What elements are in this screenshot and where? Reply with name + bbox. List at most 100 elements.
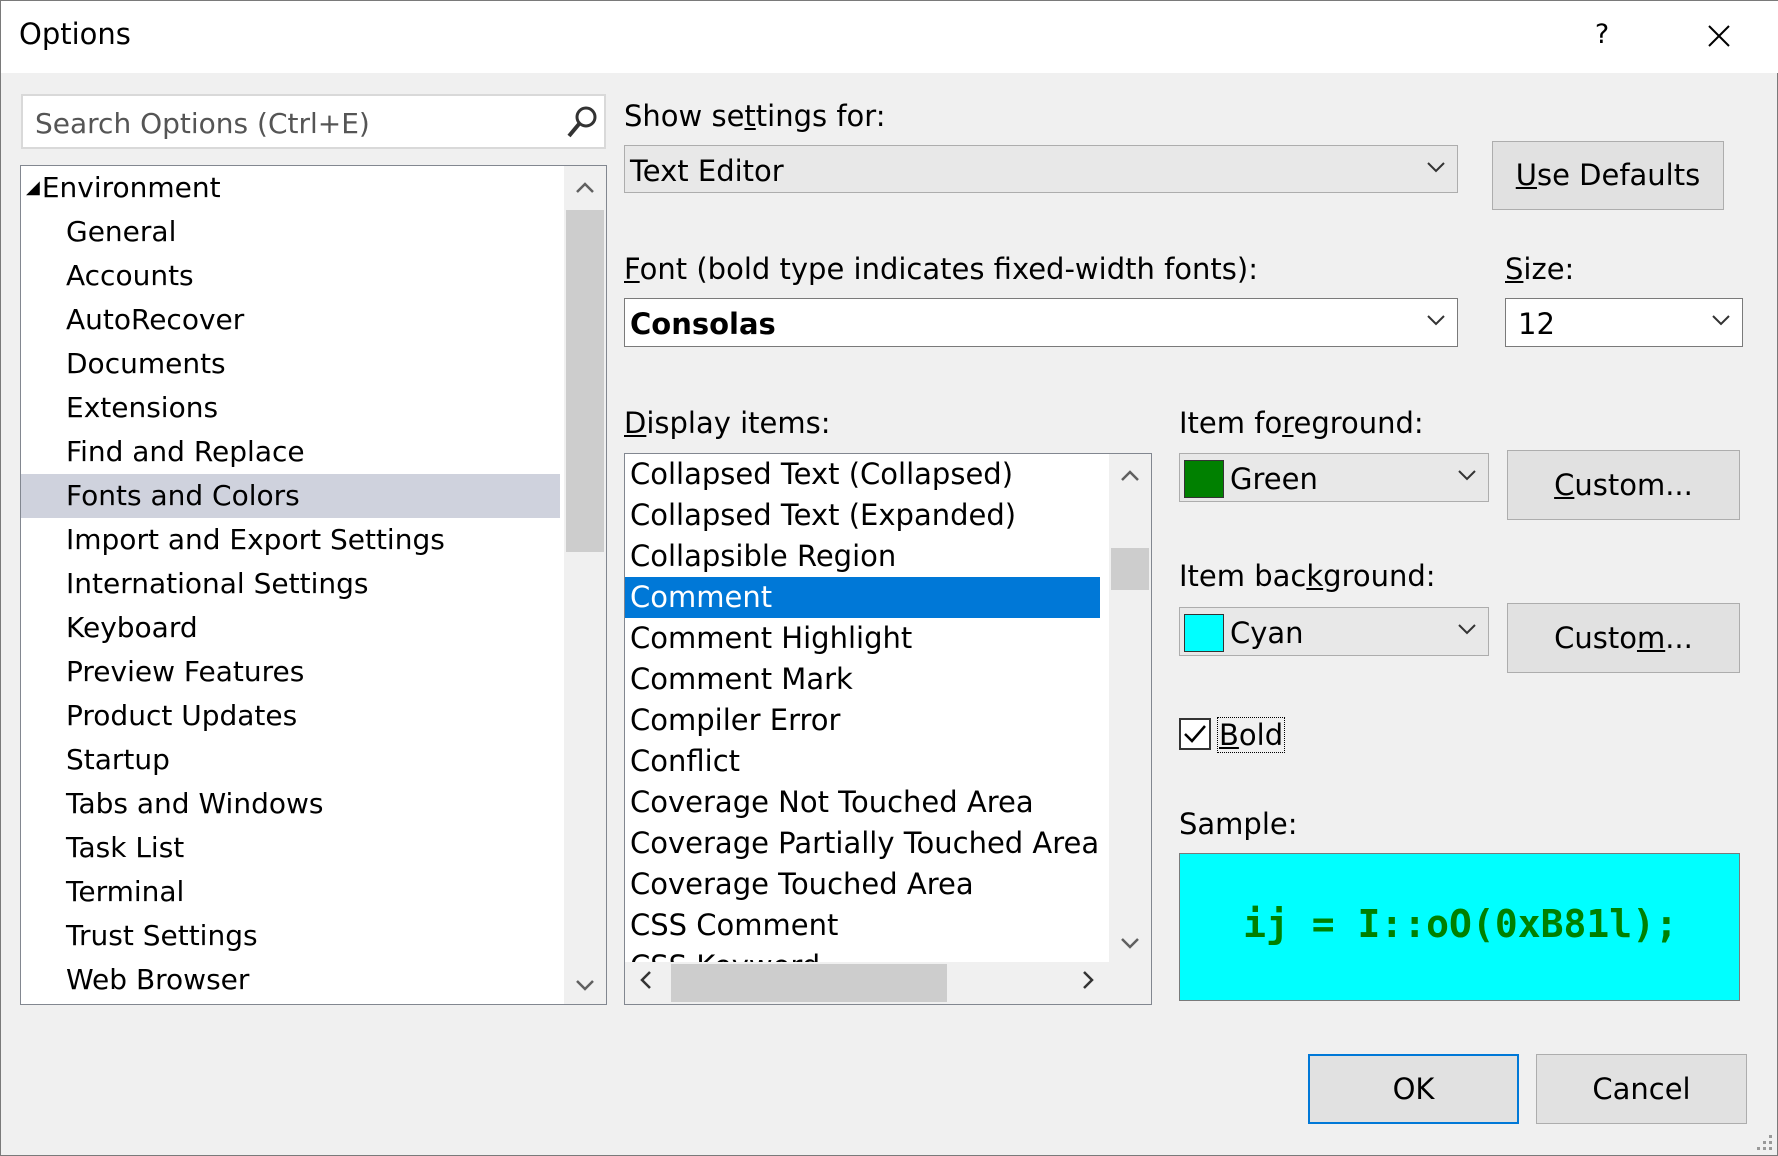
tree-item[interactable]: Product Updates [21,694,606,738]
help-button[interactable]: ? [1590,19,1614,50]
chevron-down-icon [1712,315,1730,326]
chevron-down-icon [1427,315,1445,326]
show-settings-dropdown[interactable]: Text Editor [624,145,1458,193]
chevron-up-icon [1121,470,1139,481]
list-item[interactable]: Comment Mark [625,659,1100,700]
scroll-down-icon[interactable] [564,964,606,1004]
sample-preview: ij = I::oO(0xB81l); [1179,853,1740,1001]
options-tree[interactable]: ◢Environment General Accounts AutoRecover Do… [20,165,607,1005]
chevron-left-icon [640,971,651,989]
list-item[interactable]: Comment [625,577,1100,618]
list-vertical-scrollbar[interactable] [1109,454,1151,962]
list-item[interactable]: Coverage Not Touched Area [625,782,1100,823]
item-foreground-label: Item foreground: [1179,406,1424,440]
tree-item-environment[interactable]: ◢Environment [21,166,606,210]
search-options-input[interactable]: Search Options (Ctrl+E) [21,94,606,149]
foreground-value: Green [1230,462,1318,496]
list-item[interactable]: Compiler Error [625,700,1100,741]
show-settings-value: Text Editor [630,154,784,188]
sample-text: ij = I::oO(0xB81l); [1243,902,1678,946]
list-scroll-down[interactable] [1109,922,1151,962]
tree-item[interactable]: Preview Features [21,650,606,694]
background-value: Cyan [1230,616,1304,650]
chevron-down-icon [576,980,594,991]
title-bar: Options ? [1,1,1778,73]
expand-triangle-icon[interactable]: ◢ [26,166,40,210]
chevron-up-icon [576,182,594,193]
background-color-swatch [1184,614,1224,652]
font-label: Font (bold type indicates fixed-width fo… [624,252,1258,286]
list-item[interactable]: Coverage Partially Touched Area [625,823,1100,864]
tree-vertical-scrollbar[interactable] [564,166,606,1004]
scroll-up-icon[interactable] [564,166,606,206]
scroll-corner [1109,962,1151,1004]
list-horizontal-scrollbar[interactable] [625,962,1109,1004]
resize-grip-icon[interactable] [1753,1131,1775,1153]
tree-item[interactable]: Tabs and Windows [21,782,606,826]
search-placeholder: Search Options (Ctrl+E) [35,107,370,140]
list-item[interactable]: CSS Comment [625,905,1100,946]
tree-item[interactable]: Web Browser [21,958,606,1002]
list-item[interactable]: Collapsed Text (Collapsed) [625,454,1100,495]
tree-item[interactable]: Documents [21,342,606,386]
list-item[interactable]: Comment Highlight [625,618,1100,659]
item-background-label: Item background: [1179,559,1436,593]
foreground-custom-button[interactable]: Custom... [1507,450,1740,520]
tree-item[interactable]: AutoRecover [21,298,606,342]
list-scroll-up[interactable] [1109,454,1151,494]
chevron-right-icon [1083,971,1094,989]
cancel-button[interactable]: Cancel [1536,1054,1747,1124]
tree-item[interactable]: Startup [21,738,606,782]
bold-label[interactable]: Bold [1217,717,1286,753]
item-foreground-dropdown[interactable]: Green [1179,453,1489,502]
display-items-label: Display items: [624,406,831,440]
tree-item[interactable]: International Settings [21,562,606,606]
list-item[interactable]: Collapsed Text (Expanded) [625,495,1100,536]
display-items: Collapsed Text (Collapsed) Collapsed Text… [625,454,1151,987]
chevron-down-icon [1121,938,1139,949]
use-defaults-button[interactable]: Use Defaults [1492,141,1724,210]
tree-item[interactable]: Task List [21,826,606,870]
list-scroll-thumb[interactable] [1111,548,1149,590]
show-settings-label: Show settings for: [624,99,886,133]
close-icon [1708,25,1730,47]
checkmark-icon [1184,725,1206,743]
chevron-down-icon [1458,470,1476,481]
list-item[interactable]: Collapsible Region [625,536,1100,577]
tree-item[interactable]: Extensions [21,386,606,430]
display-items-list[interactable]: Collapsed Text (Collapsed) Collapsed Text… [624,453,1152,1005]
tree-item[interactable]: Terminal [21,870,606,914]
tree-item[interactable]: Trust Settings [21,914,606,958]
tree-item[interactable]: Find and Replace [21,430,606,474]
size-dropdown[interactable]: 12 [1505,298,1743,347]
size-value: 12 [1518,307,1555,341]
foreground-color-swatch [1184,460,1224,498]
font-dropdown[interactable]: Consolas [624,298,1458,347]
list-item[interactable]: Coverage Touched Area [625,864,1100,905]
window-title: Options [19,17,131,51]
chevron-down-icon [1458,624,1476,635]
tree-scroll-thumb[interactable] [566,210,604,552]
tree-items: ◢Environment General Accounts AutoRecover Do… [21,166,606,1002]
search-icon[interactable] [565,104,599,140]
close-button[interactable] [1701,15,1737,55]
list-scroll-right[interactable] [1067,962,1109,1002]
bold-checkbox[interactable] [1179,718,1211,750]
list-scroll-left[interactable] [625,962,667,1002]
background-custom-button[interactable]: Custom... [1507,603,1740,673]
tree-item-label: Environment [41,171,221,204]
list-item[interactable]: Conflict [625,741,1100,782]
tree-item[interactable]: Accounts [21,254,606,298]
sample-label: Sample: [1179,807,1298,841]
font-value: Consolas [630,307,776,341]
ok-button[interactable]: OK [1308,1054,1519,1124]
options-dialog: Options ? Search Options (Ctrl+E) ◢Envir… [0,0,1778,1156]
list-hscroll-thumb[interactable] [671,964,947,1002]
tree-item[interactable]: Keyboard [21,606,606,650]
item-background-dropdown[interactable]: Cyan [1179,607,1489,656]
tree-item[interactable]: General [21,210,606,254]
tree-item[interactable]: Fonts and Colors [21,474,560,518]
chevron-down-icon [1427,162,1445,173]
size-label: Size: [1505,252,1575,286]
tree-item[interactable]: Import and Export Settings [21,518,606,562]
